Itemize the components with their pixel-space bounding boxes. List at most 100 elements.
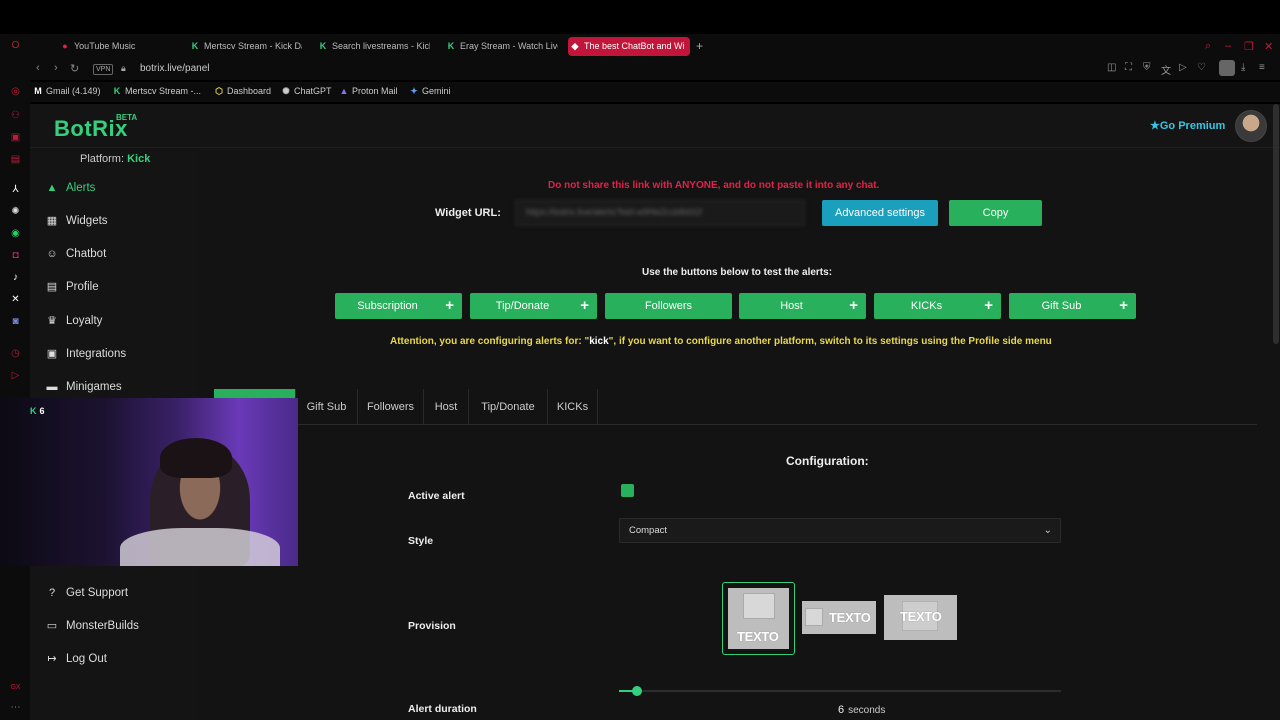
advanced-settings-button[interactable]: Advanced settings [822, 200, 938, 226]
more-icon[interactable]: ⋯ [9, 702, 22, 714]
close-icon[interactable]: ✕ [1264, 40, 1273, 53]
bookmark-gmail[interactable]: M Gmail (4.149) [33, 86, 100, 96]
tab-label: YouTube Music [74, 41, 136, 51]
viewer-count-badge: K6 [30, 406, 45, 416]
bookmark-dashboard[interactable]: ⬡ Dashboard [214, 86, 271, 97]
widget-url-label: Widget URL: [435, 207, 501, 219]
laptop-icon: ▭ [46, 620, 58, 632]
active-alert-checkbox[interactable] [621, 484, 634, 497]
sidebar-item-monsterbuilds[interactable]: ▭ MonsterBuilds [44, 616, 139, 636]
translate-icon[interactable]: 文 [1161, 62, 1171, 77]
search-tabs-icon[interactable]: ⌕ [1205, 40, 1211, 53]
opera-sidebar: O ◎ ⚇ ▣ ▤ ⅄ ✺ ◉ ◘ ♪ ✕ ◙ ◷ ▷ GX ⋯ [0, 34, 30, 720]
twitch-icon[interactable]: ▣ [9, 132, 22, 144]
sidebar-item-minigames[interactable]: ▬ Minigames [44, 377, 122, 397]
grid-icon: ▦ [46, 215, 58, 227]
bookmark-gemini[interactable]: ✦ Gemini [409, 86, 450, 97]
snapshot-icon[interactable]: ⛶ [1125, 62, 1132, 73]
test-tip-button[interactable]: Tip/Donate + [470, 293, 597, 319]
user-avatar[interactable] [1235, 110, 1267, 142]
opera-logo-icon[interactable]: O [9, 40, 22, 52]
browser-tab[interactable]: K Search livestreams - Kick [316, 37, 430, 56]
tab-followers[interactable]: Followers [358, 389, 424, 425]
browser-tab[interactable]: K Eray Stream - Watch Live [444, 37, 558, 56]
sidebar-item-profile[interactable]: ▤ Profile [44, 277, 99, 297]
style-select[interactable]: Compact ⌄ [619, 518, 1061, 543]
go-premium-link[interactable]: ★Go Premium [1150, 119, 1225, 132]
extension-icon[interactable]: ◫ [1107, 62, 1116, 73]
browser-tab[interactable]: K Mertscv Stream - Kick Da [188, 37, 302, 56]
provision-texto: TEXTO [900, 609, 942, 624]
duration-slider-handle[interactable] [632, 686, 642, 696]
sidebar-item-widgets[interactable]: ▦ Widgets [44, 211, 108, 231]
sidebar-item-alerts[interactable]: ▲ Alerts [44, 178, 96, 198]
duration-unit: seconds [848, 705, 886, 716]
gx-icon[interactable]: GX [9, 682, 22, 694]
kick-icon: K [113, 86, 121, 96]
tab-host[interactable]: Host [424, 389, 469, 425]
platform-indicator: Platform: Kick [80, 153, 150, 165]
history-icon[interactable]: ◷ [9, 348, 22, 360]
test-giftsub-button[interactable]: Gift Sub + [1009, 293, 1136, 319]
duration-slider-track[interactable] [619, 690, 1061, 692]
sidebar-item-label: Loyalty [66, 315, 103, 327]
player-icon[interactable]: ▤ [9, 154, 22, 166]
x-icon[interactable]: ✕ [9, 294, 22, 306]
tab-label: The best ChatBot and Wi [584, 41, 685, 51]
sidebar-item-logout[interactable]: ↦ Log Out [44, 649, 107, 669]
maximize-icon[interactable]: ❐ [1244, 40, 1254, 53]
send-icon[interactable]: ▷ [9, 370, 22, 382]
page-scrollbar[interactable] [1273, 104, 1279, 344]
test-subscription-button[interactable]: Subscription + [335, 293, 462, 319]
test-host-button[interactable]: Host + [739, 293, 866, 319]
provision-option-overlay[interactable]: TEXTO [884, 595, 957, 640]
discord-icon[interactable]: ◙ [9, 316, 22, 328]
back-icon[interactable]: ‹ [36, 62, 40, 74]
bookmark-chatgpt[interactable]: ✺ ChatGPT [281, 86, 331, 97]
browser-tab-active[interactable]: ◆ The best ChatBot and Wi [568, 37, 690, 56]
profile-avatar-icon[interactable] [1219, 60, 1235, 76]
botrix-sidebar-icon[interactable]: ⅄ [9, 184, 22, 196]
test-kicks-button[interactable]: KICKs + [874, 293, 1001, 319]
sidebar-item-chatbot[interactable]: ☺ Chatbot [44, 244, 106, 264]
download-icon[interactable]: ⤓ [1241, 62, 1245, 73]
minimize-icon[interactable]: – [1225, 40, 1231, 52]
play-icon[interactable]: ▷ [1179, 62, 1187, 73]
lock-icon[interactable]: 🔒︎ [121, 63, 126, 74]
new-tab-button[interactable]: + [696, 37, 703, 56]
test-followers-button[interactable]: Followers [605, 293, 732, 319]
tab-tip-donate[interactable]: Tip/Donate [469, 389, 548, 425]
provision-option-inline[interactable]: TEXTO [802, 601, 876, 634]
active-alert-label: Active alert [408, 490, 465, 502]
browser-tab[interactable]: ● YouTube Music [58, 37, 182, 56]
tab-label: Eray Stream - Watch Live [460, 41, 558, 51]
menu-icon[interactable]: ≡ [1259, 62, 1265, 73]
aria-icon[interactable]: ⚇ [9, 110, 22, 122]
sidebar-item-integrations[interactable]: ▣ Integrations [44, 344, 126, 364]
speed-dial-icon[interactable]: ◎ [9, 86, 22, 98]
reload-icon[interactable]: ↻ [70, 62, 79, 75]
provision-option-stacked[interactable]: TEXTO [722, 582, 795, 655]
forward-icon[interactable]: › [54, 62, 58, 74]
chatgpt-icon[interactable]: ✺ [9, 206, 22, 218]
bookmark-proton[interactable]: ▲ Proton Mail [339, 86, 398, 96]
style-value: Compact [629, 525, 668, 536]
beta-badge: BETA [116, 113, 138, 122]
tab-gift-sub[interactable]: Gift Sub [296, 389, 358, 425]
url-text[interactable]: botrix.live/panel [140, 63, 209, 74]
copy-button[interactable]: Copy [949, 200, 1042, 226]
sidebar-item-get-support[interactable]: ? Get Support [44, 583, 128, 603]
shield-icon[interactable]: ⛨ [1143, 62, 1151, 73]
logout-icon: ↦ [47, 653, 57, 665]
vpn-badge[interactable]: VPN [93, 64, 114, 75]
kick-icon: K [30, 406, 37, 416]
sidebar-item-loyalty[interactable]: ♛ Loyalty [44, 311, 102, 331]
instagram-icon[interactable]: ◘ [9, 250, 22, 262]
heart-icon[interactable]: ♡ [1197, 62, 1206, 73]
whatsapp-icon[interactable]: ◉ [9, 228, 22, 240]
bookmark-kick[interactable]: K Mertscv Stream -... [112, 86, 201, 96]
tiktok-icon[interactable]: ♪ [9, 272, 22, 284]
widget-url-field[interactable]: https://botrix.live/alerts?bid=a9f4e2ccb… [515, 200, 805, 226]
tab-kicks[interactable]: KICKs [548, 389, 598, 425]
proton-mail-icon: ▲ [339, 86, 349, 96]
